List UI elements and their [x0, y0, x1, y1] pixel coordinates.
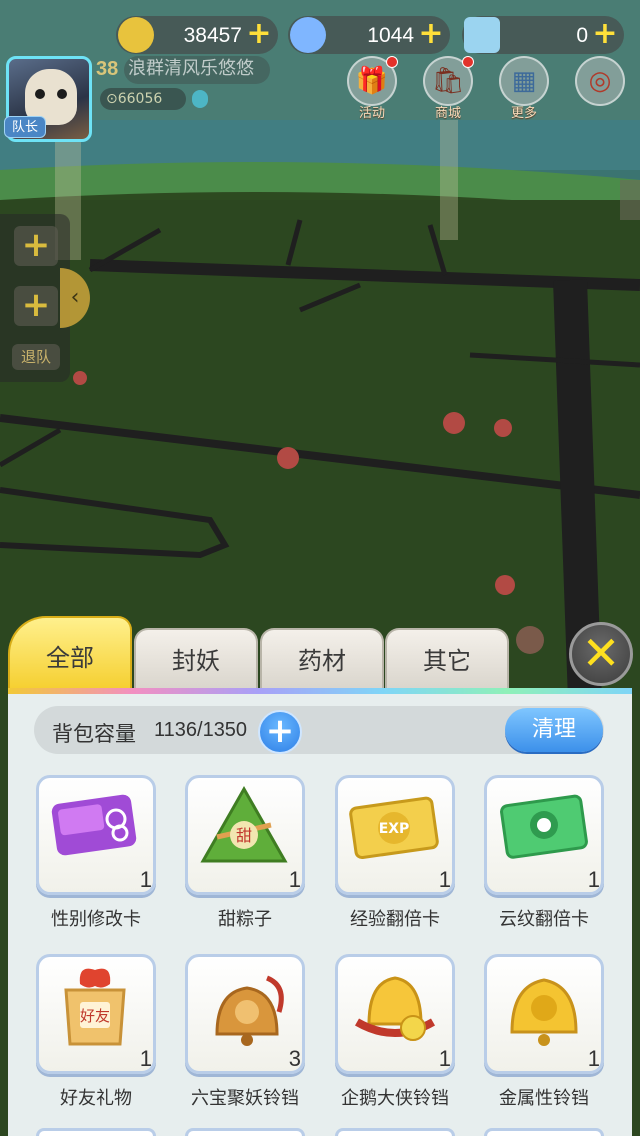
gift-label: 好友 [80, 1007, 110, 1025]
gold-bell-icon [354, 976, 436, 1041]
leave-team-button[interactable]: 退队 [12, 344, 60, 370]
bag-item[interactable]: EXP 1 经验翻倍卡 [333, 775, 457, 931]
friend-gift-icon: 好友 [64, 968, 126, 1046]
power-value: 66056 [117, 91, 163, 107]
item-quantity: 1 [438, 867, 451, 892]
bag-item[interactable]: 好友 1 好友礼物 [34, 954, 158, 1110]
player-name: 浪群清风乐悠悠 [124, 56, 270, 84]
item-quantity: 1 [139, 867, 152, 892]
clean-button[interactable]: 清理 [505, 708, 603, 752]
tab-other[interactable]: 其它 [385, 628, 509, 690]
add-member-button[interactable]: + [14, 226, 58, 266]
add-diamond-button[interactable]: + [418, 19, 444, 49]
item-frame [484, 1128, 604, 1136]
avatar-eye [57, 89, 67, 99]
bag-item[interactable]: 1 企鹅大侠铃铛 [333, 954, 457, 1110]
expand-capacity-button[interactable]: + [258, 710, 302, 754]
item-name: 好友礼物 [60, 1088, 132, 1109]
item-name: 甜粽子 [218, 909, 272, 930]
item-quantity: 1 [139, 1046, 152, 1071]
zongzi-icon: 甜 [200, 785, 288, 863]
power-info-icon[interactable] [192, 90, 208, 108]
item-name: 金属性铃铛 [499, 1088, 589, 1109]
avatar-eye [35, 89, 45, 99]
bag-item[interactable]: 1 性别修改卡 [34, 775, 158, 931]
item-name: 六宝聚妖铃铛 [191, 1088, 299, 1109]
metal-bell-icon [510, 978, 578, 1046]
shop-label: 商城 [434, 106, 461, 121]
notification-dot [462, 56, 474, 68]
item-name: 云纹翻倍卡 [499, 909, 589, 930]
bag-item[interactable]: 甜 1 甜粽子 [183, 775, 307, 931]
ticket-currency: 0 + [462, 16, 624, 54]
item-name: 企鹅大侠铃铛 [341, 1088, 449, 1109]
item-name: 经验翻倍卡 [350, 909, 440, 930]
exp-label: EXP [379, 821, 410, 837]
item-quantity: 1 [587, 867, 600, 892]
diamond-value: 1044 [367, 24, 414, 47]
add-gold-button[interactable]: + [246, 19, 272, 49]
cloud-card-icon [500, 794, 588, 859]
ticket-value: 0 [576, 24, 588, 47]
item-name: 性别修改卡 [51, 909, 141, 930]
next-item-row [36, 1128, 606, 1136]
bag-tabs: 全部 封妖 药材 其它 [8, 616, 518, 690]
tab-herb[interactable]: 药材 [260, 628, 384, 690]
bag-item[interactable]: 1 金属性铃铛 [482, 954, 606, 1110]
item-quantity: 3 [288, 1046, 301, 1071]
item-quantity: 1 [587, 1046, 600, 1071]
more-label: 更多 [510, 106, 537, 121]
more-button[interactable]: ▦ 更多 [498, 56, 550, 122]
zongzi-label: 甜 [236, 826, 252, 845]
gold-currency: 38457 + [116, 16, 278, 54]
bronze-bell-icon [215, 975, 284, 1046]
notification-dot [386, 56, 398, 68]
activity-label: 活动 [358, 106, 385, 121]
bag-item[interactable]: 1 云纹翻倍卡 [482, 775, 606, 931]
diamond-icon [290, 17, 326, 53]
diamond-currency: 1044 + [288, 16, 450, 54]
player-level: 38 [96, 58, 119, 80]
item-quantity: 1 [288, 867, 301, 892]
exp-card-icon: EXP [349, 796, 439, 860]
tab-all[interactable]: 全部 [8, 616, 132, 690]
gold-value: 38457 [183, 24, 242, 47]
gender-card-icon [51, 794, 137, 856]
add-member-button[interactable]: + [14, 286, 58, 326]
gold-crystal-icon [118, 17, 154, 53]
item-frame [335, 1128, 455, 1136]
activity-button[interactable]: 🎁 活动 [346, 56, 398, 122]
leader-badge: 队长 [4, 116, 46, 138]
item-quantity: 1 [438, 1046, 451, 1071]
bag-item[interactable]: 3 六宝聚妖铃铛 [183, 954, 307, 1110]
target-button[interactable]: ◎ [574, 56, 626, 122]
tab-seal[interactable]: 封妖 [134, 628, 258, 690]
close-button[interactable]: ✕ [569, 622, 633, 686]
item-frame [36, 1128, 156, 1136]
shop-button[interactable]: 🛍 商城 [422, 56, 474, 122]
capacity-value: 1136/1350 [154, 719, 248, 741]
grid-icon: ▦ [499, 56, 549, 106]
target-icon: ◎ [575, 56, 625, 106]
ticket-icon [464, 17, 500, 53]
item-frame [185, 1128, 305, 1136]
capacity-label: 背包容量 [52, 722, 136, 746]
add-ticket-button[interactable]: + [592, 19, 618, 49]
player-power: ⊙66056 [100, 88, 186, 110]
